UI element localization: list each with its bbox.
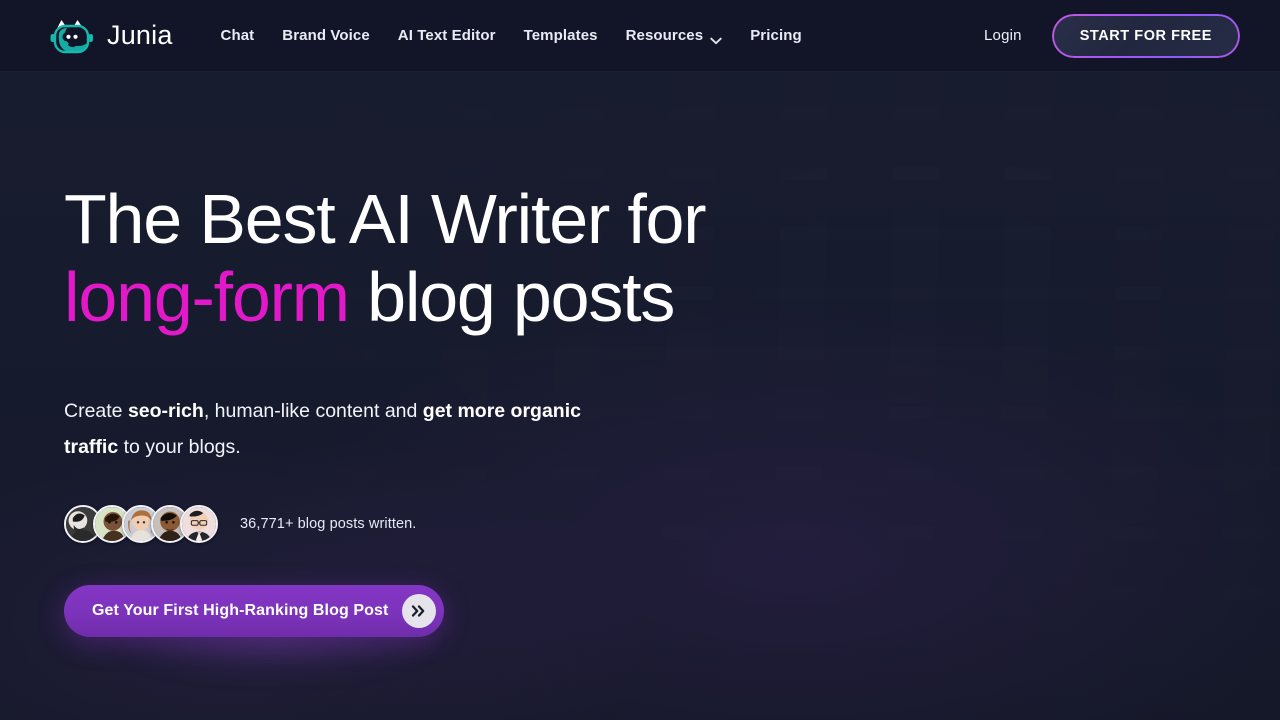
nav-item-label: AI Text Editor — [397, 27, 496, 44]
start-for-free-button[interactable]: START FOR FREE — [1052, 14, 1240, 58]
nav-item-label: Brand Voice — [282, 27, 370, 44]
subhead-part-2: , human-like content and — [203, 399, 423, 422]
nav-item-label: Pricing — [750, 27, 802, 44]
page-root: Junia Chat Brand Voice AI Text Editor Te… — [0, 0, 1280, 720]
main-navigation: Chat Brand Voice AI Text Editor Template… — [207, 19, 976, 52]
nav-item-brand-voice[interactable]: Brand Voice — [268, 19, 384, 52]
nav-item-pricing[interactable]: Pricing — [736, 19, 816, 52]
brand-logo-link[interactable]: Junia — [50, 17, 173, 55]
subhead-part-1: Create — [64, 399, 128, 422]
social-proof: 36,771+ blog posts written. — [64, 504, 1280, 543]
nav-item-resources[interactable]: Resources — [612, 19, 737, 52]
get-first-blog-post-button[interactable]: Get Your First High-Ranking Blog Post — [64, 584, 445, 637]
site-header: Junia Chat Brand Voice AI Text Editor Te… — [0, 0, 1280, 72]
hero-subheadline: Create seo-rich, human-like content and … — [64, 393, 624, 465]
brand-name: Junia — [107, 20, 173, 50]
nav-item-label: Templates — [523, 27, 598, 44]
nav-item-ai-text-editor[interactable]: AI Text Editor — [384, 19, 510, 52]
avatar-group — [64, 504, 218, 543]
nav-item-templates[interactable]: Templates — [510, 19, 612, 52]
page-title: The Best AI Writer for long-form blog po… — [64, 180, 824, 337]
header-actions: Login START FOR FREE — [976, 14, 1240, 58]
headline-line-1: The Best AI Writer for — [64, 180, 707, 258]
subhead-bold-1: seo-rich — [127, 399, 204, 422]
login-link[interactable]: Login — [976, 21, 1030, 50]
chevron-down-icon — [710, 32, 722, 44]
nav-item-chat[interactable]: Chat — [207, 19, 269, 52]
junia-cat-robot-logo-icon — [50, 17, 96, 55]
avatar — [180, 504, 218, 543]
headline-line-2-rest: blog posts — [348, 258, 675, 337]
headline-accent-text: long-form — [64, 258, 350, 337]
double-chevron-right-icon — [402, 593, 437, 628]
nav-item-label: Chat — [220, 27, 255, 44]
hero-section: The Best AI Writer for long-form blog po… — [0, 72, 1280, 637]
subhead-part-3: to your blogs. — [118, 435, 241, 458]
social-proof-text: 36,771+ blog posts written. — [240, 515, 417, 532]
nav-item-label: Resources — [625, 27, 704, 44]
cta-label: Get Your First High-Ranking Blog Post — [92, 601, 389, 619]
